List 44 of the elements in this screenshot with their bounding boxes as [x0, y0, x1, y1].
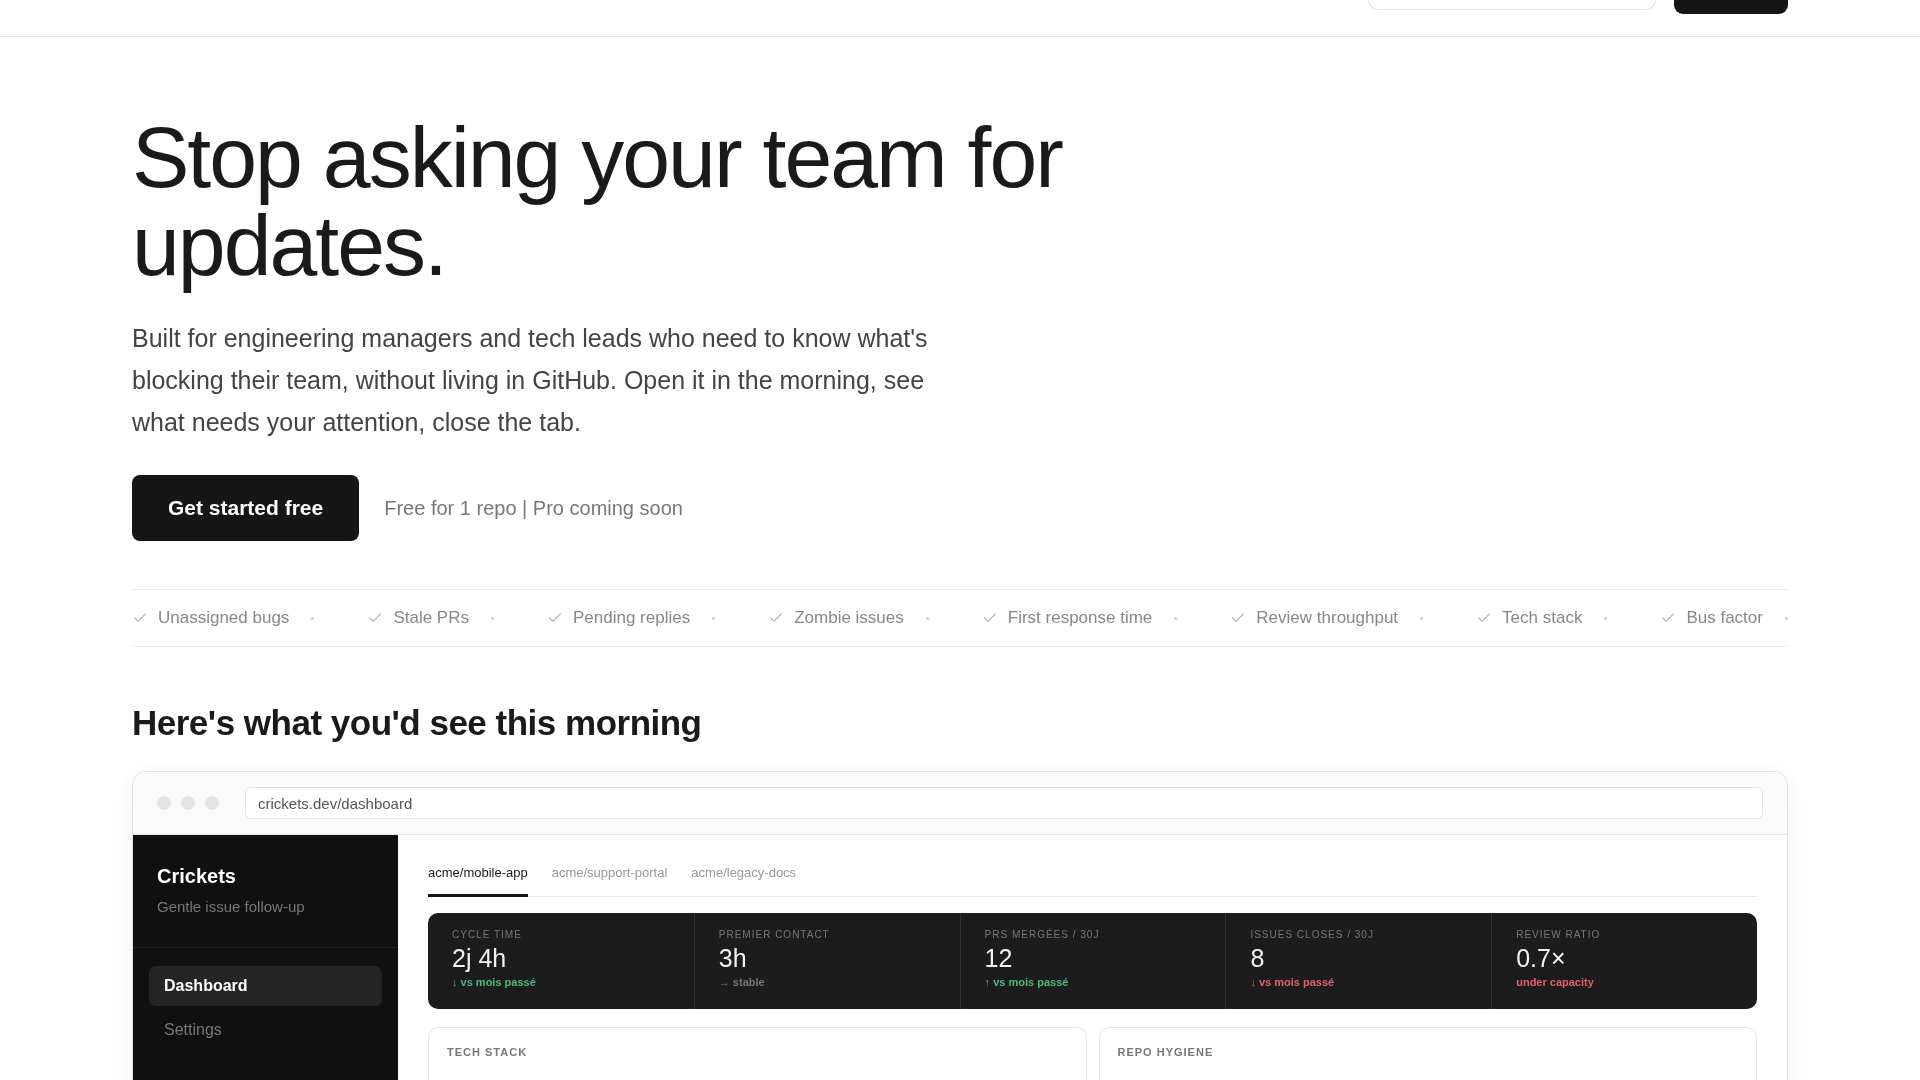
stat-label: PREMIER CONTACT: [718, 929, 831, 940]
stat-value: 0.7×: [1516, 944, 1567, 973]
feature-label: Unassigned bugs: [158, 608, 290, 628]
feature-label: Stale PRs: [393, 608, 469, 628]
feature-label: Zombie issues: [794, 608, 904, 628]
stat-label: CYCLE TIME: [452, 929, 523, 940]
sidebar-item[interactable]: Settings: [149, 1010, 382, 1050]
repo-tab[interactable]: acme/mobile-app: [428, 859, 528, 897]
feature-label: Review throughput: [1256, 608, 1399, 628]
separator-dot: [1784, 616, 1788, 620]
stat-value: 3h: [718, 944, 748, 973]
separator-dot: [925, 616, 929, 620]
section-heading: Here's what you'd see this morning: [132, 703, 703, 743]
feature-label: Pending replies: [572, 608, 691, 628]
stat-label: PRS MERGÉES / 30J: [984, 929, 1101, 940]
stat-trend: ↓ vs mois passé: [452, 976, 536, 988]
separator-dot: [712, 616, 716, 620]
card-title: TECH STACK: [447, 1046, 528, 1058]
stat-trend: → stable: [718, 976, 765, 988]
separator-dot: [1174, 616, 1178, 620]
stat-label: ISSUES CLOSES / 30J: [1250, 929, 1375, 940]
separator-dot: [311, 616, 315, 620]
feature-label: First response time: [1007, 608, 1153, 628]
address-bar[interactable]: crickets.dev/dashboard: [245, 787, 1763, 819]
app-tagline: Gentle issue follow-up: [157, 898, 306, 915]
separator-dot: [1420, 616, 1424, 620]
separator-dot: [1604, 616, 1608, 620]
card-title: REPO HYGIENE: [1117, 1046, 1214, 1058]
feature-label: Bus factor: [1686, 608, 1763, 628]
stat-value: 2j 4h: [452, 944, 508, 973]
app-name: Crickets: [157, 865, 237, 888]
stat-trend: under capacity: [1516, 976, 1594, 988]
stat-label: REVIEW RATIO: [1516, 929, 1602, 940]
get-started-button[interactable]: Get started free: [132, 475, 360, 541]
stat-value: 12: [984, 944, 1014, 973]
hero-subtitle: Built for engineering managers and tech leads who need to know what's blocking their team, without living in GitHub. Open it in the morning, see what needs your attention, close the tab.: [132, 323, 929, 438]
separator-dot: [490, 616, 494, 620]
stat-trend: ↓ vs mois passé: [1250, 976, 1335, 988]
feature-label: Tech stack: [1502, 608, 1583, 628]
sidebar-item[interactable]: Dashboard: [149, 966, 382, 1006]
stat-value: 8: [1250, 944, 1266, 973]
stat-trend: ↑ vs mois passé: [984, 976, 1069, 988]
nav-button[interactable]: [1674, 0, 1788, 14]
pricing-note: Free for 1 repo | Pro coming soon: [384, 496, 683, 520]
